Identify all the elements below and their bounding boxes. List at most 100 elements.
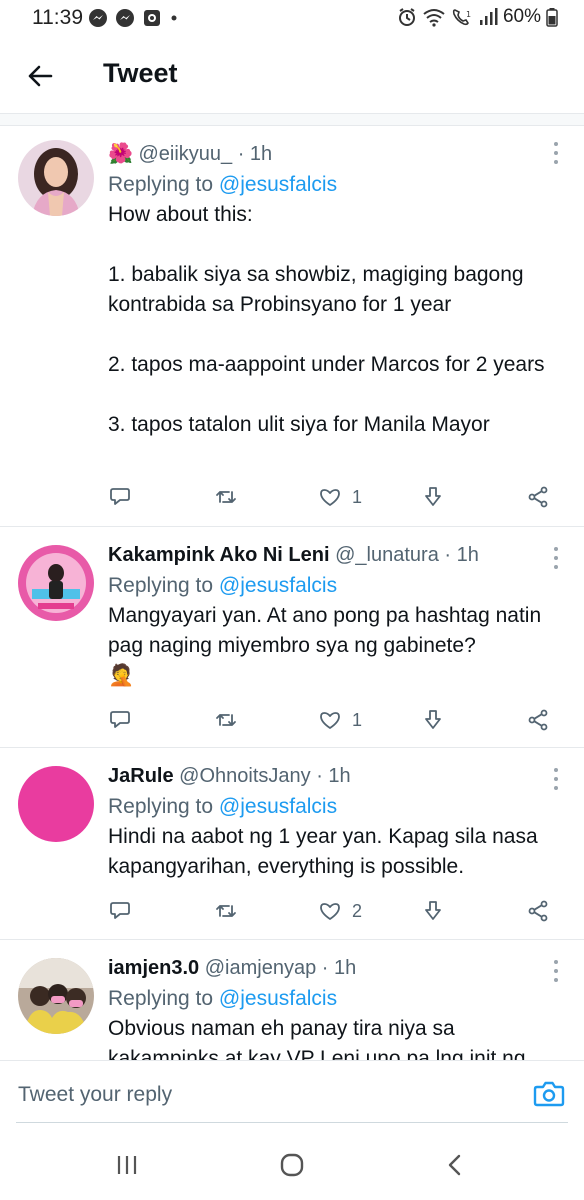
like-button[interactable]: 1 [318, 482, 362, 512]
comment-icon [110, 711, 130, 728]
user-name[interactable]: iamjen3.0 [108, 957, 199, 979]
chevron-left-icon [448, 1154, 461, 1176]
mention-link[interactable]: @jesusfalcis [219, 173, 337, 196]
tweet-emoji: 🤦 [108, 664, 135, 687]
top-app-bar: Tweet [0, 38, 584, 114]
heart-icon [320, 903, 340, 920]
battery-percent: 60% [502, 6, 541, 27]
input-underline [16, 1122, 568, 1123]
share-icon [528, 486, 548, 508]
reply-tweet[interactable]: JaRule @OhnoitsJany · 1h Replying to @je… [0, 748, 584, 940]
reply-button[interactable] [108, 896, 132, 926]
share-button[interactable] [526, 705, 550, 735]
mention-link[interactable]: @jesusfalcis [219, 574, 337, 597]
camera-icon [533, 1081, 565, 1107]
tweet-actions: 1 [108, 705, 554, 735]
tweet-time: · 1h [444, 544, 479, 566]
recent-apps-icon [117, 1156, 137, 1174]
wifi-icon [423, 9, 445, 27]
avatar[interactable] [18, 958, 94, 1034]
vote-button[interactable] [421, 705, 445, 735]
profile-photo [18, 545, 94, 621]
tweet-text: Hindi na aabot ng 1 year yan. Kapag sila… [108, 825, 538, 878]
dot-icon [171, 15, 177, 21]
tweet-time: · 1h [316, 765, 351, 787]
home-button[interactable] [277, 1152, 307, 1178]
user-handle[interactable]: @_lunatura [335, 544, 439, 566]
section-divider [0, 114, 584, 126]
status-bar: 11:39 1 60% [0, 0, 584, 38]
retweet-button[interactable] [214, 705, 238, 735]
reply-composer: Tweet your reply [0, 1060, 584, 1126]
replying-to: Replying to @jesusfalcis [108, 170, 556, 200]
page-title: Tweet [103, 58, 178, 88]
mention-link[interactable]: @jesusfalcis [219, 987, 337, 1010]
retweet-button[interactable] [214, 896, 238, 926]
user-name[interactable]: Kakampink Ako Ni Leni [108, 544, 330, 566]
arrow-down-icon [425, 710, 441, 729]
retweet-icon [216, 714, 236, 726]
vote-button[interactable] [421, 482, 445, 512]
user-handle[interactable]: @OhnoitsJany [179, 765, 310, 787]
tweet-header: 🌺 @eiikyuu_ · 1h [108, 140, 556, 168]
replying-to-label: Replying to [108, 173, 219, 196]
profile-photo [18, 140, 94, 216]
svg-text:1: 1 [466, 10, 471, 19]
reply-button[interactable] [108, 482, 132, 512]
replying-to: Replying to @jesusfalcis [108, 792, 556, 822]
replying-to: Replying to @jesusfalcis [108, 571, 556, 601]
reply-tweet[interactable]: 🌺 @eiikyuu_ · 1h Replying to @jesusfalci… [0, 126, 584, 527]
share-button[interactable] [526, 482, 550, 512]
share-icon [528, 900, 548, 922]
like-button[interactable]: 1 [318, 705, 362, 735]
share-button[interactable] [526, 896, 550, 926]
tweet-actions: 2 [108, 896, 554, 926]
add-photo-button[interactable] [532, 1077, 566, 1111]
share-icon [528, 709, 548, 731]
recent-apps-button[interactable] [112, 1152, 142, 1178]
system-icons: 1 60% [397, 6, 558, 28]
reply-tweet[interactable]: iamjen3.0 @iamjenyap · 1h Replying to @j… [0, 940, 584, 1060]
vote-button[interactable] [421, 896, 445, 926]
user-handle[interactable]: @iamjenyap [205, 957, 316, 979]
messenger-icon [116, 9, 134, 27]
avatar[interactable] [18, 545, 94, 621]
notification-icons [88, 8, 179, 28]
battery-icon [546, 8, 558, 27]
back-button[interactable] [22, 58, 58, 94]
tweet-text: Mangyayari yan. At ano pong pa hashtag n… [108, 604, 542, 657]
user-handle[interactable]: @eiikyuu_ [138, 143, 232, 165]
arrow-down-icon [425, 487, 441, 506]
camera-app-icon [144, 10, 160, 26]
reply-list[interactable]: 🌺 @eiikyuu_ · 1h Replying to @jesusfalci… [0, 126, 584, 1060]
replying-to-label: Replying to [108, 987, 219, 1010]
retweet-button[interactable] [214, 482, 238, 512]
avatar[interactable] [18, 140, 94, 216]
user-name[interactable]: JaRule [108, 765, 174, 787]
back-nav-button[interactable] [440, 1152, 470, 1178]
reply-tweet[interactable]: Kakampink Ako Ni Leni @_lunatura · 1h Re… [0, 527, 584, 748]
status-time: 11:39 [32, 6, 83, 29]
tweet-header: JaRule @OhnoitsJany · 1h [108, 762, 556, 790]
system-navigation-bar [0, 1126, 584, 1200]
replying-to-label: Replying to [108, 574, 219, 597]
like-count: 1 [352, 486, 363, 507]
signal-icon [479, 8, 498, 25]
reply-input[interactable]: Tweet your reply [18, 1083, 172, 1107]
tweet-header: iamjen3.0 @iamjenyap · 1h [108, 954, 556, 982]
replying-to: Replying to @jesusfalcis [108, 984, 556, 1014]
like-count: 1 [352, 709, 363, 730]
volte-call-icon: 1 [452, 9, 471, 26]
tweet-time: · 1h [321, 957, 357, 979]
home-icon [280, 1153, 304, 1177]
avatar[interactable] [18, 766, 94, 842]
arrow-down-icon [425, 901, 441, 920]
tweet-header: Kakampink Ako Ni Leni @_lunatura · 1h [108, 541, 556, 569]
retweet-icon [216, 491, 236, 503]
tweet-actions: 1 [108, 482, 554, 512]
reply-button[interactable] [108, 705, 132, 735]
alarm-icon [398, 8, 415, 26]
like-button[interactable]: 2 [318, 896, 362, 926]
retweet-icon [216, 905, 236, 917]
mention-link[interactable]: @jesusfalcis [219, 795, 337, 818]
